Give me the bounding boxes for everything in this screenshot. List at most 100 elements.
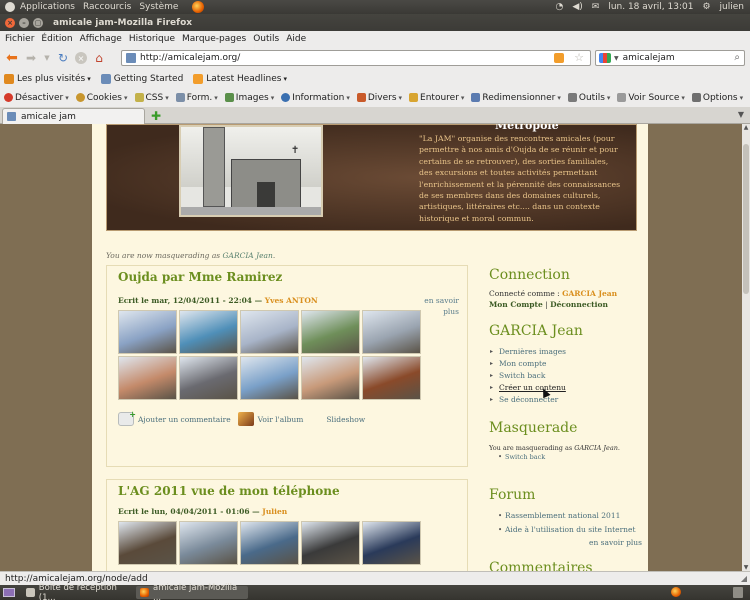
logout-link[interactable]: Déconnection <box>550 300 608 309</box>
devbar-css[interactable]: CSS ▾ <box>134 93 169 103</box>
forum-more-link[interactable]: en savoir plus <box>589 538 642 547</box>
maximize-icon[interactable]: ▢ <box>33 17 43 28</box>
history-dropdown-icon[interactable]: ▼ <box>43 51 51 65</box>
bookmark-most-visited[interactable]: Les plus visités ▾ <box>4 74 91 84</box>
add-comment-link[interactable]: Ajouter un commentaire <box>138 415 231 424</box>
my-account-link[interactable]: Mon Compte <box>489 300 543 309</box>
photo-thumbnail[interactable] <box>362 310 421 354</box>
url-bar[interactable]: http://amicalejam.org/ ☆ <box>121 50 591 66</box>
reload-icon[interactable]: ↻ <box>56 51 70 65</box>
view-album-link[interactable]: Voir l'album <box>258 415 304 424</box>
photo-thumbnail[interactable] <box>362 356 421 400</box>
rss-icon[interactable] <box>554 53 564 63</box>
devbar-images[interactable]: Images ▾ <box>224 93 274 103</box>
photo-thumbnail[interactable] <box>240 521 299 565</box>
forum-topic[interactable]: Rassemblement national 2011 <box>495 510 635 524</box>
wifi-icon[interactable]: ◔ <box>555 2 563 12</box>
author-link[interactable]: Julien <box>262 507 287 516</box>
menu-switch-back[interactable]: Switch back <box>489 370 566 382</box>
google-icon[interactable] <box>599 53 611 63</box>
devbar-view-source[interactable]: Voir Source ▾ <box>617 93 685 103</box>
user-name[interactable]: julien <box>720 2 744 12</box>
menu-latest-images[interactable]: Dernières images <box>489 346 566 358</box>
clock[interactable]: lun. 18 avril, 13:01 <box>608 2 693 12</box>
task-mail[interactable]: Boîte de réception (1... <box>22 583 134 600</box>
devbar-misc[interactable]: Divers ▾ <box>356 93 402 103</box>
tab-amicale-jam[interactable]: amicale jam <box>2 108 145 124</box>
scrollbar-thumb[interactable] <box>743 144 749 294</box>
new-tab-icon[interactable]: ✚ <box>151 109 161 123</box>
url-text[interactable]: http://amicalejam.org/ <box>140 53 240 63</box>
photo-thumbnail[interactable] <box>240 310 299 354</box>
window-titlebar[interactable]: × – ▢ amicale jam-Mozilla Firefox <box>0 14 750 31</box>
resize-grip-icon[interactable]: ◢ <box>741 574 747 583</box>
photo-thumbnail[interactable] <box>179 356 238 400</box>
menu-view[interactable]: Affichage <box>80 34 122 44</box>
devbar-forms[interactable]: Form. ▾ <box>175 93 218 103</box>
task-firefox[interactable]: amicale jam-Mozilla ... <box>136 583 248 600</box>
connected-user-link[interactable]: GARCIA Jean <box>562 289 617 298</box>
panel-menu-applications[interactable]: Applications <box>20 2 75 12</box>
menu-history[interactable]: Historique <box>129 34 175 44</box>
add-comment-icon[interactable] <box>118 409 136 426</box>
photo-thumbnail[interactable] <box>179 521 238 565</box>
search-engine-dropdown-icon[interactable]: ▼ <box>614 55 619 62</box>
search-input[interactable]: amicalejam <box>623 53 675 63</box>
firefox-tray-icon[interactable] <box>671 587 681 597</box>
back-icon[interactable]: ⬅ <box>5 50 19 66</box>
album-icon[interactable] <box>237 412 254 426</box>
bookmark-latest-headlines[interactable]: Latest Headlines ▾ <box>193 74 287 84</box>
devbar-options[interactable]: Options ▾ <box>691 93 743 103</box>
devbar-resize[interactable]: Redimensionner ▾ <box>471 93 561 103</box>
search-bar[interactable]: ▼ amicalejam ⌕ <box>595 50 745 66</box>
photo-thumbnail[interactable] <box>301 521 360 565</box>
show-desktop-icon[interactable] <box>3 588 15 597</box>
devbar-tools[interactable]: Outils ▾ <box>567 93 610 103</box>
menu-help[interactable]: Aide <box>286 34 306 44</box>
photo-thumbnail[interactable] <box>118 521 177 565</box>
forward-icon[interactable]: ➡ <box>24 51 38 65</box>
slideshow-link[interactable]: Slideshow <box>326 415 365 424</box>
menu-logout[interactable]: Se déconnecter <box>489 394 566 406</box>
scroll-down-icon[interactable]: ▼ <box>742 564 750 571</box>
vertical-scrollbar[interactable]: ▲ ▼ <box>742 124 750 571</box>
mail-icon[interactable]: ✉ <box>592 2 600 12</box>
devbar-cookies[interactable]: Cookies ▾ <box>75 93 128 103</box>
stop-icon[interactable]: × <box>75 52 87 64</box>
article-title[interactable]: Oujda par Mme Ramirez <box>118 270 282 284</box>
author-link[interactable]: Yves ANTON <box>265 296 318 305</box>
bookmark-star-icon[interactable]: ☆ <box>574 51 584 64</box>
panel-menu-shortcuts[interactable]: Raccourcis <box>83 2 131 12</box>
ubuntu-logo-icon[interactable] <box>5 2 15 12</box>
close-icon[interactable]: × <box>5 17 15 28</box>
photo-thumbnail[interactable] <box>179 310 238 354</box>
menu-my-account[interactable]: Mon compte <box>489 358 566 370</box>
volume-icon[interactable]: ◀) <box>572 2 582 12</box>
article-title[interactable]: L'AG 2011 vue de mon téléphone <box>118 484 340 498</box>
devbar-outline[interactable]: Entourer ▾ <box>409 93 464 103</box>
menu-create-content[interactable]: Créer un contenu <box>489 382 566 394</box>
panel-menu-system[interactable]: Système <box>139 2 178 12</box>
devbar-information[interactable]: Information ▾ <box>281 93 350 103</box>
bookmark-getting-started[interactable]: Getting Started <box>100 74 183 84</box>
photo-thumbnail[interactable] <box>301 356 360 400</box>
photo-thumbnail[interactable] <box>118 310 177 354</box>
photo-thumbnail[interactable] <box>240 356 299 400</box>
photo-thumbnail[interactable] <box>301 310 360 354</box>
menu-bookmarks[interactable]: Marque-pages <box>182 34 246 44</box>
read-more-link[interactable]: en savoir plus <box>419 295 459 317</box>
photo-thumbnail[interactable] <box>118 356 177 400</box>
menu-file[interactable]: Fichier <box>5 34 34 44</box>
scroll-up-icon[interactable]: ▲ <box>742 124 750 131</box>
forum-topic[interactable]: Aide à l'utilisation du site Internet <box>495 524 635 536</box>
user-icon[interactable]: ⚙ <box>702 2 710 12</box>
devbar-disable[interactable]: Désactiver ▾ <box>4 93 69 103</box>
masquerade-switch-back[interactable]: Switch back <box>495 451 545 463</box>
minimize-icon[interactable]: – <box>19 17 29 28</box>
menu-tools[interactable]: Outils <box>253 34 279 44</box>
home-icon[interactable]: ⌂ <box>92 51 106 65</box>
tab-list-icon[interactable]: ▼ <box>738 110 744 119</box>
firefox-launcher-icon[interactable] <box>192 1 205 13</box>
search-icon[interactable]: ⌕ <box>734 52 740 63</box>
trash-icon[interactable] <box>733 587 743 598</box>
